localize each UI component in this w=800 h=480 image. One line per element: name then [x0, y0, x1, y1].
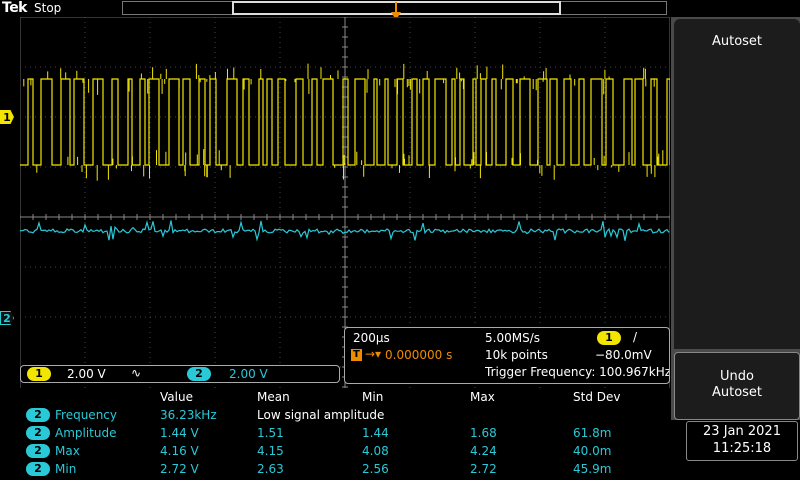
ch1-badge[interactable]: 1 — [27, 367, 51, 381]
measurement-row[interactable]: 2 Max 4.16 V 4.15 4.08 4.24 40.0m — [20, 442, 670, 460]
row-channel-badge: 2 — [26, 444, 50, 458]
header-max: Max — [470, 390, 495, 404]
row-mean: 1.51 — [257, 426, 284, 440]
row-value: 36.23kHz — [160, 408, 217, 422]
trigger-position-icon: T — [351, 349, 362, 361]
row-value: 4.16 V — [160, 444, 199, 458]
trigger-arrow-icon: →▾ — [365, 347, 382, 361]
ch1-scale[interactable]: 2.00 V — [67, 367, 106, 381]
date-time-display[interactable]: 23 Jan 2021 11:25:18 — [686, 421, 798, 461]
header-mean: Mean — [257, 390, 290, 404]
undo-autoset-label-line2: Autoset — [711, 385, 763, 400]
row-min: 4.08 — [362, 444, 389, 458]
row-name: Frequency — [55, 408, 117, 422]
row-mean: Low signal amplitude — [257, 408, 385, 422]
sample-rate: 5.00MS/s — [485, 331, 540, 345]
header-min: Min — [362, 390, 384, 404]
measurement-row[interactable]: 2 Frequency 36.23kHz Low signal amplitud… — [20, 406, 670, 424]
row-channel-badge: 2 — [26, 426, 50, 440]
undo-autoset-button[interactable]: Undo Autoset — [674, 352, 800, 420]
row-value: 1.44 V — [160, 426, 199, 440]
row-mean: 2.63 — [257, 462, 284, 476]
row-mean: 4.15 — [257, 444, 284, 458]
row-min: 1.44 — [362, 426, 389, 440]
ch1-marker[interactable]: 1 — [0, 110, 14, 124]
row-value: 2.72 V — [160, 462, 199, 476]
trigger-slope-icon: / — [633, 330, 638, 344]
acquisition-state[interactable]: Stop — [34, 1, 61, 15]
channel-scale-panel[interactable]: 1 2.00 V ∿ 2 2.00 V — [20, 365, 340, 383]
horizontal-trigger-panel[interactable]: 200µs T →▾ 0.000000 s 5.00MS/s 10k point… — [344, 327, 670, 384]
measurement-header: Value Mean Min Max Std Dev — [20, 388, 670, 406]
side-menu: Autoset Undo Autoset — [671, 17, 800, 420]
row-channel-badge: 2 — [26, 462, 50, 476]
trigger-frequency: Trigger Frequency: 100.967kHz — [485, 365, 669, 379]
row-name: Max — [55, 444, 80, 458]
autoset-button[interactable]: Autoset — [674, 19, 800, 349]
ch2-marker[interactable]: 2 — [0, 311, 14, 325]
row-min: 2.56 — [362, 462, 389, 476]
row-std: 61.8m — [573, 426, 612, 440]
row-std: 45.9m — [573, 462, 612, 476]
record-length[interactable]: 10k points — [485, 348, 548, 362]
measurement-table: Value Mean Min Max Std Dev 2 Frequency 3… — [20, 388, 670, 480]
row-max: 4.24 — [470, 444, 497, 458]
row-name: Amplitude — [55, 426, 117, 440]
ch2-scale[interactable]: 2.00 V — [229, 367, 268, 381]
row-channel-badge: 2 — [26, 408, 50, 422]
row-max: 2.72 — [470, 462, 497, 476]
trigger-position[interactable]: 0.000000 s — [385, 348, 452, 362]
ch2-badge[interactable]: 2 — [187, 367, 211, 381]
ch1-coupling-icon: ∿ — [131, 366, 142, 380]
header-value: Value — [160, 390, 193, 404]
time-per-div[interactable]: 200µs — [353, 331, 390, 345]
header-std-dev: Std Dev — [573, 390, 621, 404]
undo-autoset-label-line1: Undo — [720, 369, 754, 384]
brand-logo: Tek — [2, 0, 28, 16]
row-name: Min — [55, 462, 77, 476]
trigger-level[interactable]: −80.0mV — [595, 348, 652, 362]
row-max: 1.68 — [470, 426, 497, 440]
status-bar: Tek Stop — [0, 0, 670, 17]
measurement-row[interactable]: 2 Min 2.72 V 2.63 2.56 2.72 45.9m — [20, 460, 670, 478]
time-text: 11:25:18 — [712, 441, 772, 456]
row-std: 40.0m — [573, 444, 612, 458]
date-text: 23 Jan 2021 — [703, 424, 781, 439]
trigger-source-badge[interactable]: 1 — [597, 331, 621, 345]
measurement-row[interactable]: 2 Amplitude 1.44 V 1.51 1.44 1.68 61.8m — [20, 424, 670, 442]
